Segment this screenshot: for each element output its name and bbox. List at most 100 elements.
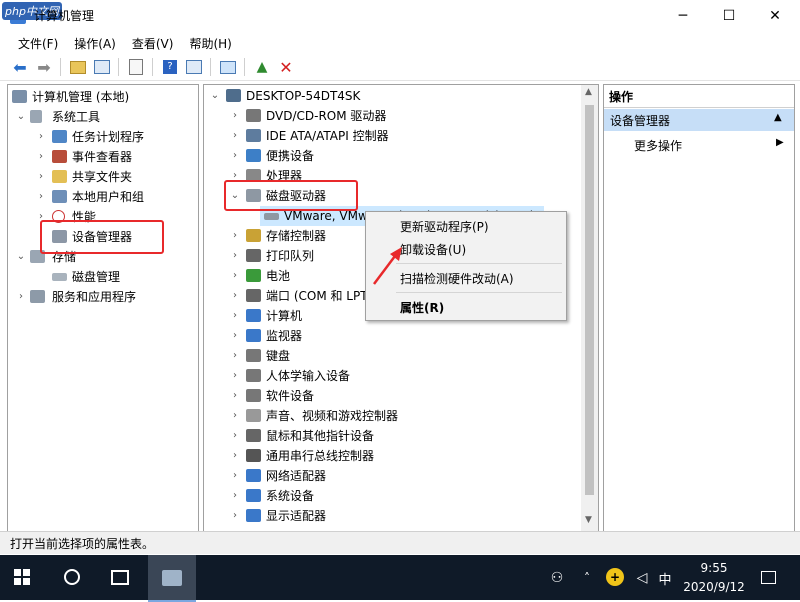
dvd-drive-icon (246, 109, 261, 122)
chevron-down-icon[interactable]: ⌄ (16, 107, 26, 127)
volume-icon[interactable]: ◁ (632, 567, 652, 589)
uninstall-icon[interactable]: ✕ (276, 57, 296, 77)
show-hide-tree-icon[interactable] (92, 57, 112, 77)
tree-item-category[interactable]: › 人体学输入设备 (204, 366, 580, 386)
tree-item-category[interactable]: › IDE ATA/ATAPI 控制器 (204, 126, 580, 146)
chevron-right-icon[interactable]: › (36, 127, 46, 147)
chevron-right-icon[interactable]: › (36, 167, 46, 187)
tree-item-shared-folders[interactable]: › 共享文件夹 (8, 167, 196, 187)
network-status-icon[interactable]: + (606, 568, 624, 586)
maximize-button[interactable]: ☐ (706, 0, 752, 32)
chevron-right-icon[interactable]: › (230, 366, 240, 386)
notification-icon[interactable] (758, 567, 778, 587)
tree-label: 事件查看器 (72, 150, 133, 164)
tree-item-category[interactable]: › 声音、视频和游戏控制器 (204, 406, 580, 426)
properties-icon[interactable] (126, 57, 146, 77)
menu-item-properties[interactable]: 属性(R) (400, 299, 444, 316)
chevron-right-icon[interactable]: › (36, 147, 46, 167)
chevron-right-icon[interactable]: › (230, 506, 240, 526)
tree-item-task-scheduler[interactable]: › 任务计划程序 (8, 127, 196, 147)
menu-help[interactable]: 帮助(H) (181, 35, 239, 52)
tree-item-category[interactable]: › DVD/CD-ROM 驱动器 (204, 106, 580, 126)
tree-item-computer-root[interactable]: ⌄ DESKTOP-54DT4SK (204, 86, 580, 106)
back-arrow-icon[interactable]: ⬅ (10, 57, 30, 77)
chevron-right-icon[interactable]: › (230, 426, 240, 446)
menu-view[interactable]: 查看(V) (124, 35, 182, 52)
network-adapter-icon (246, 469, 261, 482)
clock-time[interactable]: 9:55 (684, 560, 744, 576)
scan-hardware-icon[interactable] (218, 57, 238, 77)
search-icon[interactable] (58, 563, 86, 591)
scroll-up-arrow-icon[interactable]: ▲ (585, 87, 592, 97)
vertical-scrollbar[interactable]: ▲ ▼ (581, 85, 598, 531)
tree-item-services-apps[interactable]: › 服务和应用程序 (8, 287, 196, 307)
chevron-right-icon[interactable]: › (230, 106, 240, 126)
menu-item-uninstall-device[interactable]: 卸载设备(U) (400, 241, 466, 258)
tree-item-category[interactable]: › 监视器 (204, 326, 580, 346)
display-adapter-icon (246, 509, 261, 522)
scrollbar-thumb[interactable] (585, 105, 594, 495)
mouse-icon (246, 429, 261, 442)
chevron-right-icon[interactable]: › (230, 126, 240, 146)
tree-item-category[interactable]: › 网络适配器 (204, 466, 580, 486)
chevron-right-icon[interactable]: › (16, 287, 26, 307)
tree-item-category[interactable]: › 显示适配器 (204, 506, 580, 526)
chevron-right-icon[interactable]: › (230, 446, 240, 466)
tree-item-disk-management[interactable]: 磁盘管理 (8, 267, 196, 287)
computer-icon (246, 309, 261, 322)
scroll-down-arrow-icon[interactable]: ▼ (585, 515, 592, 525)
chevron-right-icon[interactable]: › (36, 187, 46, 207)
tree-item-event-viewer[interactable]: › 事件查看器 (8, 147, 196, 167)
windows-start-icon[interactable] (8, 563, 36, 591)
chevron-right-icon[interactable]: › (230, 406, 240, 426)
tree-item-category[interactable]: › 便携设备 (204, 146, 580, 166)
chevron-right-icon[interactable]: › (230, 486, 240, 506)
more-actions-label: 更多操作 (634, 139, 683, 153)
tree-item-system-tools[interactable]: ⌄ 系统工具 (8, 107, 196, 127)
computer-management-taskbar-icon[interactable] (148, 555, 196, 602)
update-driver-icon[interactable]: ▲ (252, 57, 272, 77)
tree-label: 鼠标和其他指针设备 (266, 429, 375, 443)
up-folder-icon[interactable] (68, 57, 88, 77)
action-pane-icon[interactable] (184, 57, 204, 77)
people-icon[interactable]: ⚇ (546, 567, 568, 589)
tree-item-category[interactable]: › 软件设备 (204, 386, 580, 406)
chevron-right-icon[interactable]: › (230, 246, 240, 266)
chevron-right-icon[interactable]: › (230, 466, 240, 486)
tree-label: 声音、视频和游戏控制器 (266, 409, 399, 423)
collapse-arrow-icon[interactable]: ▲ (774, 112, 782, 123)
chevron-right-icon[interactable]: › (230, 286, 240, 306)
tools-icon (30, 110, 42, 123)
task-view-icon[interactable] (106, 563, 134, 591)
tree-item-category[interactable]: › 通用串行总线控制器 (204, 446, 580, 466)
tree-label: 端口 (COM 和 LPT) (266, 289, 373, 303)
tree-item-category[interactable]: › 鼠标和其他指针设备 (204, 426, 580, 446)
tree-item-local-users[interactable]: › 本地用户和组 (8, 187, 196, 207)
chevron-right-icon[interactable]: › (230, 346, 240, 366)
actions-section-header[interactable]: 设备管理器 ▲ (604, 109, 794, 131)
tree-item-category[interactable]: › 系统设备 (204, 486, 580, 506)
ime-indicator[interactable]: 中 (655, 567, 675, 589)
tree-item-root[interactable]: 计算机管理 (本地) (8, 87, 196, 107)
tree-item-category[interactable]: › 键盘 (204, 346, 580, 366)
chevron-down-icon[interactable]: ⌄ (210, 86, 220, 106)
menu-item-update-driver[interactable]: 更新驱动程序(P) (400, 218, 489, 235)
help-icon[interactable]: ? (160, 57, 180, 77)
close-button[interactable]: ✕ (752, 0, 798, 32)
chevron-right-icon[interactable]: › (230, 386, 240, 406)
more-actions-item[interactable]: 更多操作 ▶ (604, 135, 794, 155)
menu-item-scan-hardware[interactable]: 扫描检测硬件改动(A) (400, 270, 514, 287)
chevron-right-icon[interactable]: › (230, 226, 240, 246)
forward-arrow-icon[interactable]: ➡ (34, 57, 54, 77)
minimize-button[interactable]: ─ (660, 0, 706, 32)
menu-action[interactable]: 操作(A) (66, 35, 124, 52)
chevron-down-icon[interactable]: ⌄ (16, 247, 26, 267)
chevron-right-icon[interactable]: › (230, 146, 240, 166)
chevron-right-icon[interactable]: › (230, 306, 240, 326)
menu-file[interactable]: 文件(F) (10, 35, 66, 52)
chevron-right-icon[interactable]: › (230, 326, 240, 346)
users-icon (52, 190, 67, 203)
chevron-right-icon[interactable]: › (230, 266, 240, 286)
clock-date[interactable]: 2020/9/12 (680, 579, 748, 595)
chevron-up-icon[interactable]: ˄ (578, 567, 596, 589)
